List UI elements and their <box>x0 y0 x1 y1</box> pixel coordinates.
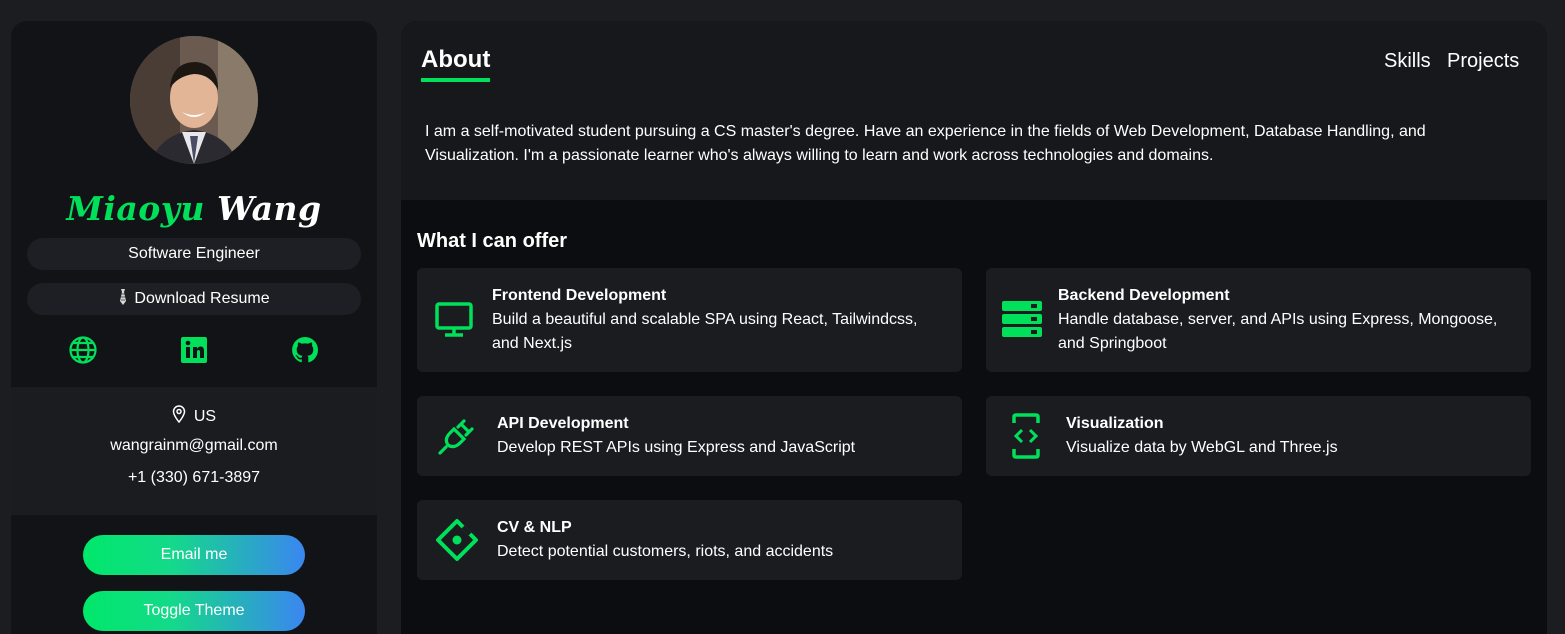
first-name: Miaoyu <box>66 189 205 228</box>
target-diamond-icon <box>435 518 479 567</box>
offer-heading: What I can offer <box>417 230 568 252</box>
card-title: Backend Development <box>1058 287 1230 304</box>
avatar <box>130 36 258 164</box>
location-row: US <box>11 405 377 428</box>
about-section: About Skills Projects I am a self-motiva… <box>401 21 1547 200</box>
job-title-badge: Software Engineer <box>27 238 361 270</box>
location-pin-icon <box>172 405 186 428</box>
plug-icon <box>437 416 477 461</box>
service-card-frontend: Frontend Development Build a beautiful a… <box>417 268 962 372</box>
tab-projects[interactable]: Projects <box>1447 50 1519 73</box>
main-panel: About Skills Projects I am a self-motiva… <box>401 21 1547 634</box>
service-card-visualization: Visualization Visualize data by WebGL an… <box>986 396 1531 476</box>
email-me-label: Email me <box>160 546 228 563</box>
card-title: CV & NLP <box>497 519 572 536</box>
server-icon <box>1001 300 1043 343</box>
card-description: Handle database, server, and APIs using … <box>1058 311 1498 352</box>
email-row: wangrainm@gmail.com <box>11 437 377 455</box>
toggle-theme-button[interactable]: Toggle Theme <box>83 591 305 631</box>
profile-name: Miaoyu Wang <box>11 189 377 228</box>
phone-row: +1 (330) 671-3897 <box>11 469 377 487</box>
code-device-icon <box>1011 413 1041 464</box>
email-text: wangrainm@gmail.com <box>110 437 278 454</box>
tab-skills[interactable]: Skills <box>1384 50 1431 73</box>
download-resume-label: Download Resume <box>134 290 270 307</box>
service-card-backend: Backend Development Handle database, ser… <box>986 268 1531 372</box>
last-name: Wang <box>216 189 322 228</box>
email-me-button[interactable]: Email me <box>83 535 305 575</box>
linkedin-icon[interactable] <box>179 335 209 365</box>
about-text: I am a self-motivated student pursuing a… <box>425 123 1426 164</box>
monitor-icon <box>435 302 473 343</box>
toggle-theme-label: Toggle Theme <box>143 602 245 619</box>
card-description: Build a beautiful and scalable SPA using… <box>492 311 918 352</box>
tie-icon <box>118 288 128 310</box>
github-icon[interactable] <box>290 335 320 365</box>
job-title: Software Engineer <box>128 245 260 262</box>
card-title: Visualization <box>1066 415 1164 432</box>
social-links <box>11 335 377 367</box>
globe-icon[interactable] <box>68 335 98 365</box>
location-text: US <box>193 407 217 425</box>
service-card-api: API Development Develop REST APIs using … <box>417 396 962 476</box>
card-description: Detect potential customers, riots, and a… <box>497 543 834 560</box>
tab-about[interactable]: About <box>421 46 491 82</box>
download-resume-button[interactable]: Download Resume <box>27 283 361 315</box>
contact-info: US wangrainm@gmail.com +1 (330) 671-3897 <box>11 387 377 515</box>
card-title: Frontend Development <box>492 287 667 304</box>
service-card-cv-nlp: CV & NLP Detect potential customers, rio… <box>417 500 962 580</box>
phone-text: +1 (330) 671-3897 <box>127 469 261 486</box>
profile-sidebar: Miaoyu Wang Software Engineer Download R… <box>11 21 377 634</box>
card-title: API Development <box>497 415 629 432</box>
card-description: Develop REST APIs using Express and Java… <box>497 439 856 456</box>
card-description: Visualize data by WebGL and Three.js <box>1066 439 1338 456</box>
